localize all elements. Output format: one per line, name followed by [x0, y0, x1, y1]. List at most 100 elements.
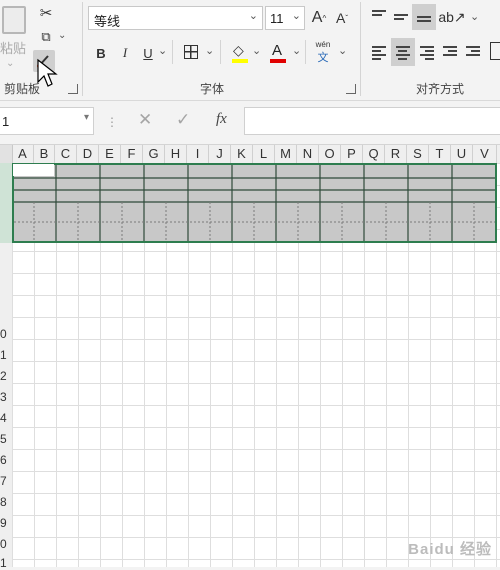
font-group-label: 字体 — [200, 82, 225, 96]
align-left-icon[interactable] — [372, 44, 386, 62]
paste-label: 粘贴 — [0, 41, 27, 56]
column-header[interactable]: D — [77, 145, 99, 163]
font-name-value: 等线 — [94, 14, 121, 29]
chevron-down-icon[interactable]: ⌄ — [292, 44, 301, 57]
cancel-icon[interactable]: ✕ — [138, 110, 152, 130]
alignment-group-label: 对齐方式 — [416, 82, 465, 96]
italic-button[interactable]: I — [116, 42, 134, 64]
row-header[interactable]: 6 — [0, 453, 12, 467]
column-header[interactable]: C — [55, 145, 77, 163]
column-header[interactable]: P — [341, 145, 363, 163]
orientation-icon[interactable]: ab↗ — [438, 6, 465, 28]
row-header[interactable]: 0 — [0, 327, 12, 341]
selected-range[interactable] — [12, 163, 497, 243]
row-header[interactable]: 1 — [0, 348, 12, 362]
column-header[interactable]: H — [165, 145, 187, 163]
chevron-down-icon: ▾ — [83, 112, 89, 123]
column-header[interactable]: E — [99, 145, 121, 163]
watermark: Baidu 经验 — [408, 541, 492, 558]
row-header[interactable]: 9 — [0, 516, 12, 530]
column-header[interactable]: I — [187, 145, 209, 163]
column-header[interactable]: S — [407, 145, 429, 163]
formula-bar-dots-icon[interactable]: ⋮ — [106, 115, 118, 129]
cut-icon[interactable]: ✂ — [36, 2, 56, 24]
merge-center-icon[interactable] — [490, 42, 500, 60]
increase-indent-icon[interactable] — [466, 44, 480, 58]
paste-button[interactable]: 粘贴 ⌄ — [0, 2, 30, 72]
chevron-down-icon[interactable]: ⌄ — [252, 44, 261, 57]
paint-bucket-icon: ◇ — [233, 42, 244, 58]
column-header[interactable]: J — [209, 145, 231, 163]
ribbon: 粘贴 ⌄ ✂ ⧉ ⌄ 剪贴板 等线 ⌄ 11 ⌄ A ^ Aˇ B I U ⌄ ⌄… — [0, 0, 500, 101]
name-box[interactable]: 1 ▾ — [0, 107, 94, 135]
column-header[interactable]: A — [12, 145, 34, 163]
column-header[interactable]: V — [473, 145, 497, 163]
chevron-down-icon: ⌄ — [248, 10, 258, 22]
enter-check-icon[interactable]: ✓ — [176, 110, 190, 130]
underline-button[interactable]: U — [140, 42, 156, 64]
column-header[interactable]: N — [297, 145, 319, 163]
align-bottom-button[interactable] — [412, 4, 436, 30]
row-header[interactable]: 4 — [0, 411, 12, 425]
column-header[interactable]: G — [143, 145, 165, 163]
chevron-down-icon[interactable]: ⌄ — [205, 44, 214, 57]
bold-button[interactable]: B — [92, 42, 110, 64]
font-color-bar — [270, 59, 286, 63]
column-header[interactable]: R — [385, 145, 407, 163]
active-cell[interactable] — [13, 164, 54, 176]
column-header[interactable]: Q — [363, 145, 385, 163]
paste-icon — [2, 6, 26, 34]
chevron-down-icon[interactable]: ⌄ — [58, 30, 66, 41]
selected-rows-highlight — [0, 163, 12, 243]
column-header[interactable]: B — [34, 145, 55, 163]
row-header[interactable]: 3 — [0, 390, 12, 404]
font-color-button[interactable]: A — [268, 40, 288, 66]
name-box-value: 1 — [2, 114, 10, 129]
copy-icon[interactable]: ⧉ — [36, 26, 56, 48]
row-header[interactable]: 0 — [0, 537, 12, 551]
insert-function-button[interactable]: fx — [216, 111, 227, 128]
decrease-indent-icon[interactable] — [443, 44, 457, 58]
phonetic-top-text: wén — [315, 40, 331, 49]
align-right-icon[interactable] — [420, 44, 434, 62]
phonetic-bottom-text: 文 — [317, 52, 329, 64]
cell-borders — [14, 165, 495, 241]
align-bottom-icon — [417, 14, 431, 24]
row-header[interactable]: 5 — [0, 432, 12, 446]
borders-icon[interactable] — [184, 45, 198, 59]
align-center-button[interactable] — [391, 38, 415, 66]
column-header[interactable]: U — [451, 145, 473, 163]
chevron-down-icon[interactable]: ⌄ — [158, 44, 167, 57]
align-middle-icon[interactable] — [394, 8, 408, 22]
align-top-icon[interactable] — [372, 8, 386, 22]
decrease-font-size-icon[interactable]: Aˇ — [332, 6, 352, 30]
chevron-down-icon: ⌄ — [6, 58, 15, 69]
row-header[interactable]: 8 — [0, 495, 12, 509]
font-dialog-launcher[interactable] — [346, 84, 356, 94]
chevron-down-icon[interactable]: ⌄ — [338, 44, 347, 57]
chevron-down-icon: ⌄ — [291, 10, 301, 22]
column-header[interactable]: M — [275, 145, 297, 163]
row-header[interactable]: 1 — [0, 556, 12, 570]
formula-input[interactable] — [244, 107, 500, 135]
row-header[interactable]: 2 — [0, 369, 12, 383]
increase-font-size-icon[interactable]: A ^ — [308, 6, 330, 30]
font-size-value: 11 — [270, 11, 284, 26]
font-name-combobox[interactable]: 等线 ⌄ — [88, 6, 263, 30]
fill-color-bar — [232, 59, 248, 63]
column-header[interactable]: T — [429, 145, 451, 163]
chevron-down-icon[interactable]: ⌄ — [470, 10, 479, 23]
clipboard-dialog-launcher[interactable] — [68, 84, 78, 94]
row-header[interactable]: 7 — [0, 474, 12, 488]
column-header[interactable]: L — [253, 145, 275, 163]
clipboard-group-label: 剪贴板 — [4, 82, 41, 96]
phonetic-guide-button[interactable]: wén 文 — [312, 40, 334, 66]
font-color-letter: A — [272, 42, 283, 59]
formula-bar: 1 ▾ ⋮ ✕ ✓ fx — [0, 101, 500, 145]
column-header[interactable]: O — [319, 145, 341, 163]
font-size-combobox[interactable]: 11 ⌄ — [265, 6, 305, 30]
column-header[interactable]: K — [231, 145, 253, 163]
fill-color-button[interactable]: ◇ — [230, 40, 250, 66]
column-header[interactable]: F — [121, 145, 143, 163]
column-header-bar: A B C D E F G H I J K L M N O P Q R S T … — [0, 145, 500, 164]
